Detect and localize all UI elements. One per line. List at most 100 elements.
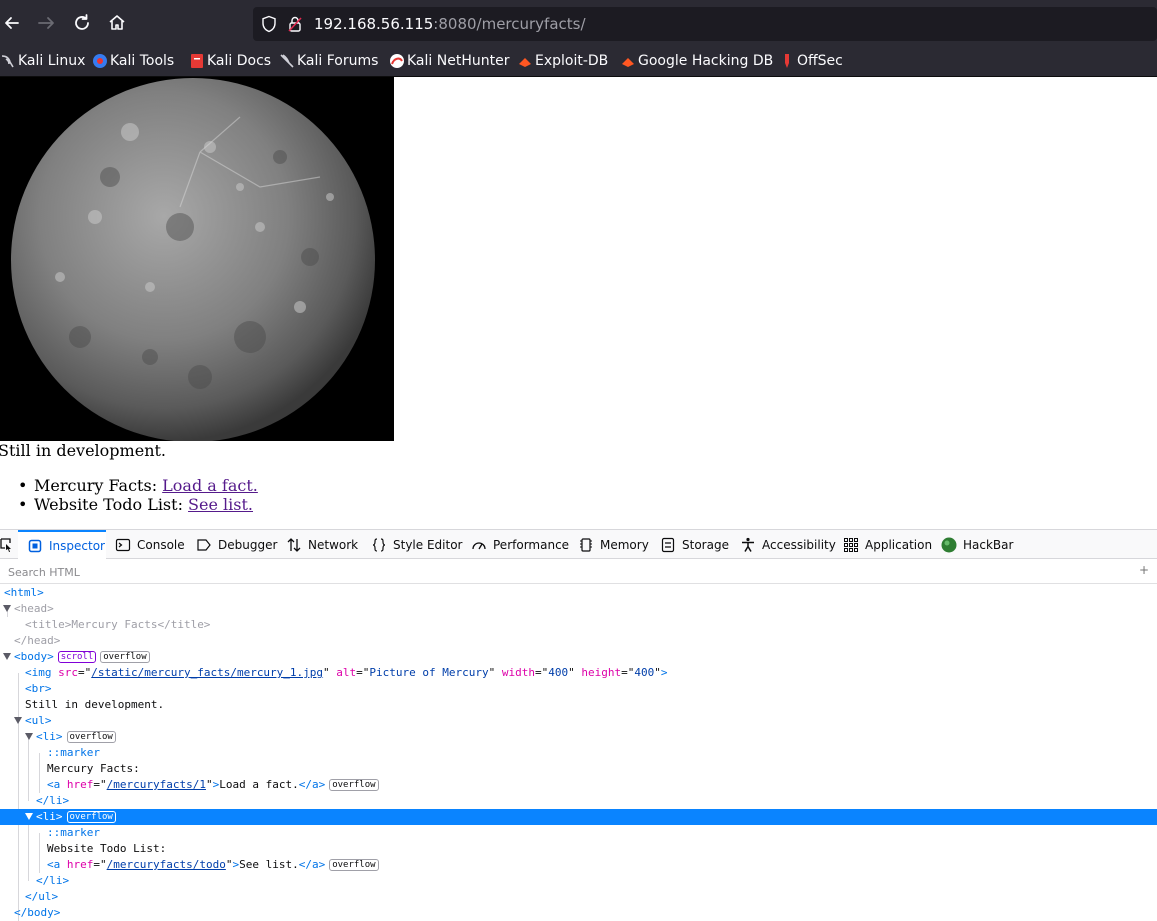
markup-node-body[interactable]: <body> scroll overflow <box>0 649 1157 665</box>
attr-name: width <box>501 666 536 679</box>
tag-a: <a <box>47 858 61 871</box>
search-html-input[interactable] <box>0 562 1130 582</box>
bookmark-ghdb[interactable]: Google Hacking DB <box>620 51 773 71</box>
item-label: Mercury Facts: <box>34 476 163 495</box>
bookmark-label: Kali Tools <box>110 53 175 69</box>
markup-node-text[interactable]: Still in development. <box>0 697 1157 713</box>
bookmark-exploit-db[interactable]: Exploit-DB <box>517 51 608 71</box>
overflow-badge[interactable]: overflow <box>329 779 379 791</box>
expand-arrow-icon[interactable] <box>3 653 11 660</box>
markup-node-li-1[interactable]: <li> overflow <box>0 729 1157 745</box>
tab-console[interactable]: Console <box>115 530 185 559</box>
markup-node-html[interactable]: <html> <box>0 585 1157 601</box>
markup-node-ul-close[interactable]: </ul> <box>0 889 1157 905</box>
markup-node-marker[interactable]: ::marker <box>0 825 1157 841</box>
page-content: Still in development. Mercury Facts: Loa… <box>0 77 1157 529</box>
expand-arrow-icon[interactable] <box>25 813 33 820</box>
tab-inspector[interactable]: Inspector <box>18 530 106 559</box>
text-node: Still in development. <box>25 698 165 711</box>
mercury-planet-graphic <box>11 78 375 441</box>
markup-node-text[interactable]: Website Todo List: <box>0 841 1157 857</box>
attr-value-link[interactable]: /mercuryfacts/todo <box>107 858 226 871</box>
bookmark-label: Exploit-DB <box>535 53 609 69</box>
bookmark-label: Kali Docs <box>207 53 272 69</box>
markup-node-br[interactable]: <br> <box>0 681 1157 697</box>
bookmark-kali-tools[interactable]: Kali Tools <box>92 51 174 71</box>
bookmark-offsec[interactable]: OffSec <box>779 51 843 71</box>
tag-img: <img <box>25 666 52 679</box>
tab-debugger[interactable]: Debugger <box>196 530 277 559</box>
markup-node-ul[interactable]: <ul> <box>0 713 1157 729</box>
tag-a: <a <box>47 778 61 791</box>
attr-value-link[interactable]: /static/mercury_facts/mercury_1.jpg <box>91 666 323 679</box>
markup-node-head[interactable]: <head> <box>0 601 1157 617</box>
style-editor-icon <box>372 537 386 552</box>
expand-arrow-icon[interactable] <box>14 717 22 724</box>
title-text: Mercury Facts <box>71 618 158 631</box>
markup-node-head-close[interactable]: </head> <box>0 633 1157 649</box>
markup-node-text[interactable]: Mercury Facts: <box>0 761 1157 777</box>
exploit-db-icon <box>519 58 531 67</box>
tab-style-editor[interactable]: Style Editor <box>371 530 462 559</box>
tag-a-close: </a> <box>298 858 326 871</box>
tag-ul: <ul> <box>25 714 52 727</box>
attr-name: src <box>58 666 78 679</box>
attr-name: alt <box>336 666 357 679</box>
markup-node-li-close[interactable]: </li> <box>0 873 1157 889</box>
bookmark-kali-nethunter[interactable]: Kali NetHunter <box>389 51 509 71</box>
home-button[interactable] <box>104 10 130 36</box>
shield-icon[interactable] <box>261 15 277 33</box>
overflow-badge[interactable]: overflow <box>329 859 379 871</box>
tab-label: Storage <box>682 537 729 552</box>
tag-li: <li> <box>36 730 63 743</box>
tab-hackbar[interactable]: HackBar <box>941 530 1013 559</box>
tab-memory[interactable]: Memory <box>578 530 649 559</box>
overflow-badge[interactable]: overflow <box>100 651 150 663</box>
markup-node-body-close[interactable]: </body> <box>0 905 1157 921</box>
ghdb-icon <box>622 58 634 67</box>
markup-node-li-close[interactable]: </li> <box>0 793 1157 809</box>
add-node-button[interactable]: + <box>1139 563 1149 577</box>
tab-storage[interactable]: Storage <box>660 530 729 559</box>
bookmark-kali-docs[interactable]: Kali Docs <box>189 51 271 71</box>
markup-node-marker[interactable]: ::marker <box>0 745 1157 761</box>
reload-icon <box>75 14 89 30</box>
network-icon <box>287 537 301 552</box>
url-text[interactable]: 192.168.56.115:8080/mercuryfacts/ <box>314 15 586 33</box>
markup-node-a-2[interactable]: <a href="/mercuryfacts/todo">See list.</… <box>0 857 1157 873</box>
html-search-bar: + <box>0 560 1157 584</box>
tab-label: Network <box>308 537 359 552</box>
load-fact-link[interactable]: Load a fact. <box>162 476 258 495</box>
tag-li-close: </li> <box>36 794 70 807</box>
tab-label: Style Editor <box>393 537 463 552</box>
scroll-badge[interactable]: scroll <box>57 651 97 663</box>
text-node: See list. <box>239 858 299 871</box>
markup-node-a-1[interactable]: <a href="/mercuryfacts/1">Load a fact.</… <box>0 777 1157 793</box>
forward-button[interactable] <box>33 10 59 36</box>
reload-button[interactable] <box>69 10 95 36</box>
back-button[interactable] <box>0 10 26 36</box>
tag-title-close: </title> <box>157 618 211 631</box>
bookmark-kali-linux[interactable]: Kali Linux <box>0 51 85 71</box>
url-bar[interactable]: 192.168.56.115:8080/mercuryfacts/ <box>253 7 1157 41</box>
markup-node-title[interactable]: <title>Mercury Facts</title> <box>0 617 1157 633</box>
element-picker-button[interactable] <box>0 530 14 559</box>
markup-node-img[interactable]: <img src="/static/mercury_facts/mercury_… <box>0 665 1157 681</box>
overflow-badge[interactable]: overflow <box>66 811 116 823</box>
tab-accessibility[interactable]: Accessibility <box>740 530 836 559</box>
tab-application[interactable]: Application <box>843 530 932 559</box>
tab-performance[interactable]: Performance <box>471 530 569 559</box>
tab-network[interactable]: Network <box>286 530 358 559</box>
tag-ul-close: </ul> <box>25 890 59 903</box>
insecure-lock-icon[interactable] <box>287 15 303 33</box>
development-status-text: Still in development. <box>0 441 167 460</box>
overflow-badge[interactable]: overflow <box>66 731 116 743</box>
bookmark-kali-forums[interactable]: Kali Forums <box>279 51 378 71</box>
markup-node-li-2-selected[interactable]: <li> overflow <box>0 809 1157 825</box>
browser-toolbar: 192.168.56.115:8080/mercuryfacts/ <box>0 0 1157 45</box>
expand-arrow-icon[interactable] <box>3 605 11 612</box>
see-list-link[interactable]: See list. <box>188 495 253 514</box>
attr-value-link[interactable]: /mercuryfacts/1 <box>107 778 206 791</box>
tag-li: <li> <box>36 810 63 823</box>
expand-arrow-icon[interactable] <box>25 733 33 740</box>
